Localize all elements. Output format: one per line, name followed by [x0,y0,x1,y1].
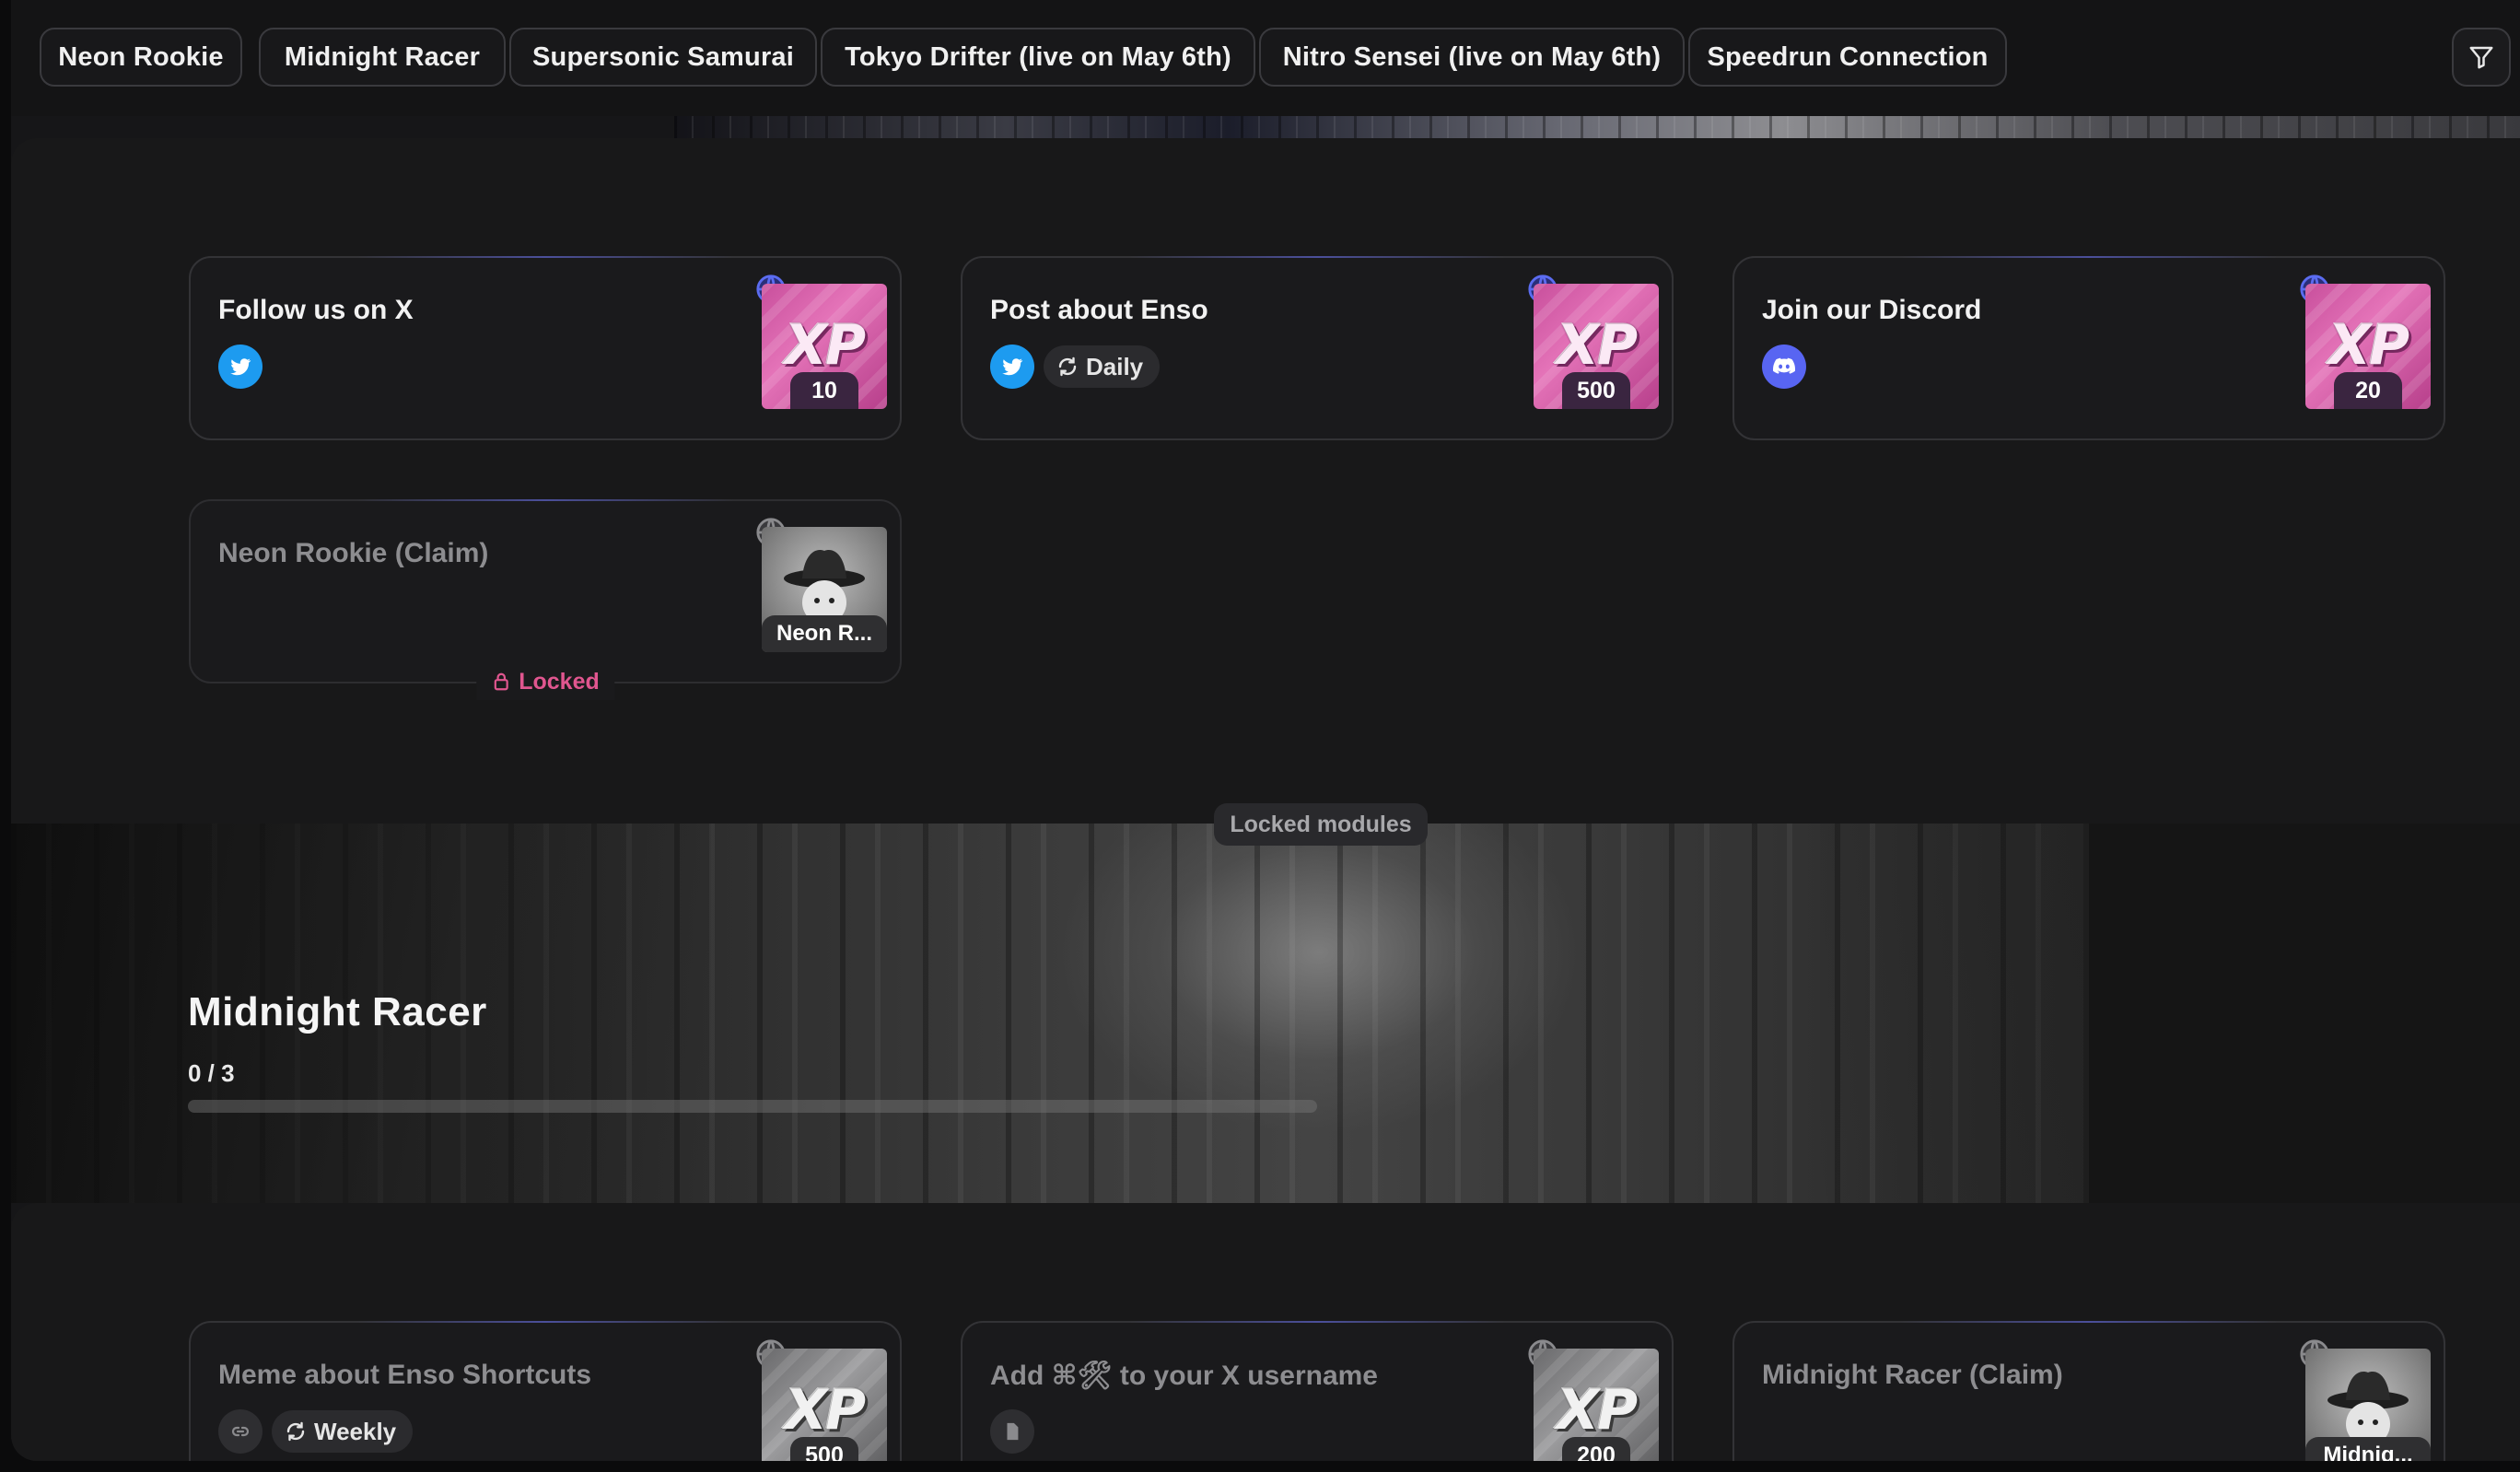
quest-card-midnight-racer-claim[interactable]: Midnight Racer (Claim) Midnig... [1732,1321,2445,1461]
tab-supersonic-samurai[interactable]: Supersonic Samurai [509,28,817,87]
frequency-chip: Weekly [272,1410,414,1453]
avatar-reward-thumbnail: Midnig... [2305,1349,2431,1461]
locked-modules-label: Locked modules [1214,803,1428,846]
avatar-reward-thumbnail: Neon R... [762,527,887,652]
filter-button[interactable] [2452,28,2511,87]
module-hero-midnight-racer: Midnight Racer 0 / 3 [11,824,2520,1203]
xp-reward-thumbnail: XP 20 [2305,284,2431,409]
module-section-midnight-racer: Meme about Enso Shortcuts Weekly XP 500 … [11,1203,2520,1461]
tab-neon-rookie[interactable]: Neon Rookie [40,28,242,87]
tab-speedrun-connection[interactable]: Speedrun Connection [1688,28,2007,87]
quest-card-post-about-enso[interactable]: Post about Enso Daily XP 500 [961,256,1674,440]
xp-reward-thumbnail: XP 500 [762,1349,887,1461]
refresh-icon [1058,356,1077,377]
twitter-icon [218,345,262,389]
quest-card-add-username[interactable]: Add ⌘🛠 to your X username XP 200 [961,1321,1674,1461]
quest-title: Add ⌘🛠 to your X username [990,1361,1378,1391]
tab-midnight-racer[interactable]: Midnight Racer [259,28,506,87]
link-icon [218,1409,262,1454]
app-window: Neon Rookie Midnight Racer Supersonic Sa… [11,0,2520,1461]
reward-amount: 500 [790,1437,858,1461]
quest-card-neon-rookie-claim[interactable]: Neon Rookie (Claim) Neon R... Locked [189,499,902,700]
locked-status: Locked [476,663,614,700]
discord-icon [1762,345,1806,389]
module-progress-bar [188,1100,1317,1113]
reward-label: Midnig... [2305,1437,2431,1461]
quest-card-meme-enso-shortcuts[interactable]: Meme about Enso Shortcuts Weekly XP 500 [189,1321,902,1461]
xp-reward-thumbnail: XP 500 [1534,284,1659,409]
reward-label: Neon R... [762,615,887,652]
file-icon [990,1409,1034,1454]
reward-amount: 500 [1562,372,1630,409]
quest-card-follow-x[interactable]: Follow us on X XP 10 [189,256,902,440]
tab-nitro-sensei[interactable]: Nitro Sensei (live on May 6th) [1259,28,1685,87]
refresh-icon [286,1421,305,1442]
reward-amount: 10 [790,372,858,409]
reward-amount: 200 [1562,1437,1630,1461]
lock-icon [494,672,508,691]
quest-title: Join our Discord [1762,295,1982,325]
tab-tokyo-drifter[interactable]: Tokyo Drifter (live on May 6th) [821,28,1255,87]
banner-image-strip [674,116,2520,138]
quest-title: Meme about Enso Shortcuts [218,1360,592,1390]
quest-card-join-discord[interactable]: Join our Discord XP 20 [1732,256,2445,440]
quest-title: Post about Enso [990,295,1208,325]
xp-reward-thumbnail: XP 200 [1534,1349,1659,1461]
quest-title: Midnight Racer (Claim) [1762,1360,2063,1390]
quest-title: Neon Rookie (Claim) [218,538,489,568]
quest-title: Follow us on X [218,295,414,325]
module-progress-text: 0 / 3 [188,1059,235,1087]
frequency-chip: Daily [1044,345,1161,388]
reward-amount: 20 [2334,372,2402,409]
top-tab-bar: Neon Rookie Midnight Racer Supersonic Sa… [11,0,2520,116]
xp-reward-thumbnail: XP 10 [762,284,887,409]
filter-icon [2469,46,2493,69]
twitter-icon [990,345,1034,389]
module-title: Midnight Racer [188,989,487,1034]
module-section-neon-rookie: Follow us on X XP 10 Post about Enso Dai… [11,138,2520,824]
